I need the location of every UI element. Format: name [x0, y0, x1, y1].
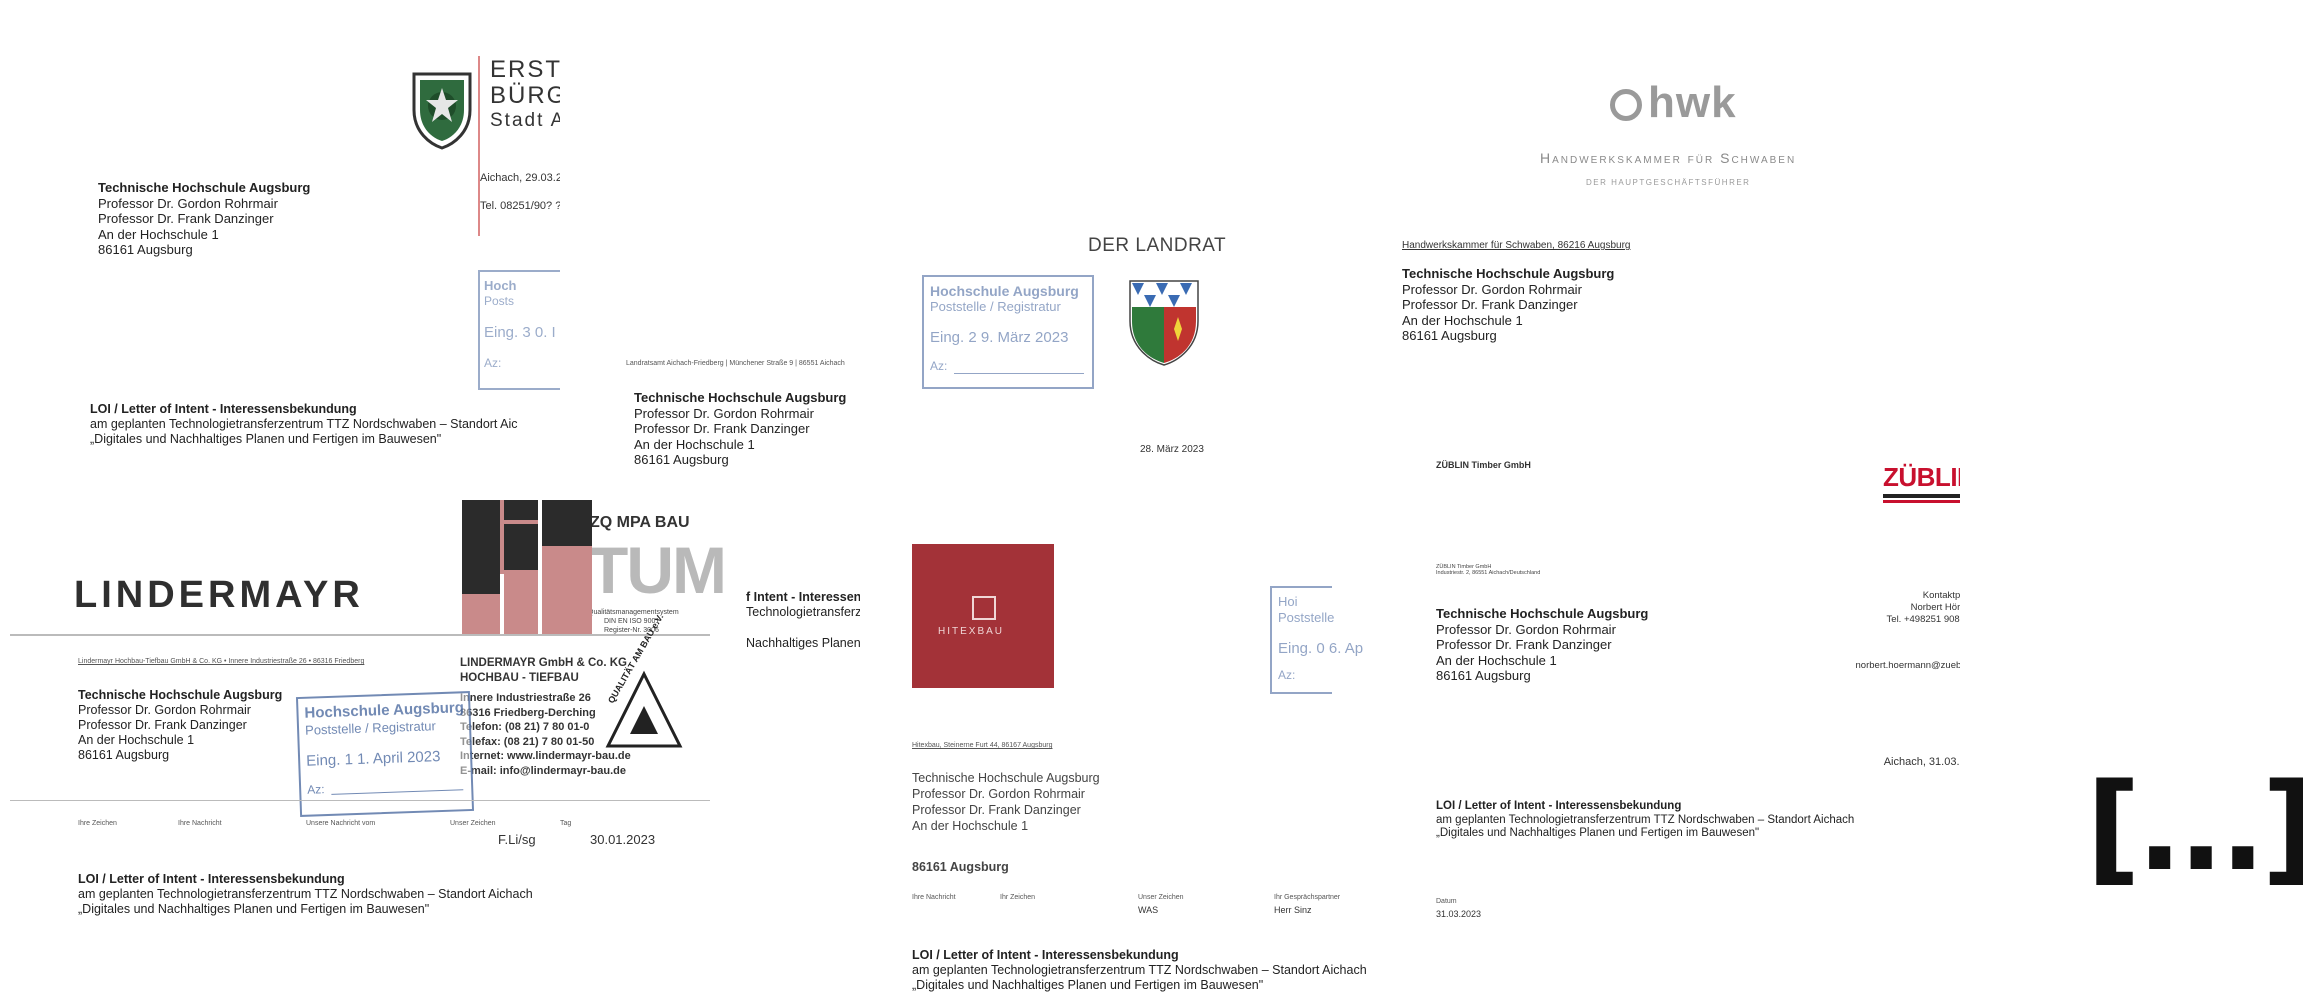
- lindermayr-quality-seal: QUALITÄT AM BAU e.V.: [604, 612, 684, 750]
- letter-landrat: DER LANDRAT Hochschule Augsburg Poststel…: [626, 225, 1226, 485]
- hitexbau-ref-label-3: Unser Zeichen: [1138, 894, 1184, 901]
- letter-lindermayr: LINDERMAYR Lindermayr Hochbau-Tiefbau Gm…: [10, 498, 710, 928]
- hitexbau-ref-value-1: WAS: [1138, 905, 1159, 915]
- aichach-tel: Tel. 08251/90? ??: [480, 200, 560, 212]
- hwk-logo: hwk: [1610, 78, 1737, 128]
- hwk-name: Handwerkskammer für Schwaben: [1540, 150, 1797, 166]
- hwk-ring-icon: [1610, 89, 1642, 122]
- letter-aichach: ERSTER BÜRGERMEISTER Stadt Aichach Aicha…: [60, 40, 560, 460]
- landrat-sender-line: Landratsamt Aichach-Friedberg | Münchene…: [626, 360, 845, 367]
- zq-subject-fragment: f Intent - Interessensb Technologietrans…: [746, 590, 860, 650]
- hwk-subtitle: DER HAUPTGESCHÄFTSFÜHRER: [1586, 178, 1751, 187]
- zublin-ref-date: 31.03.2023: [1436, 909, 1482, 919]
- zublin-sender-line: ZÜBLIN Timber GmbH Industriestr. 2, 8655…: [1436, 564, 1541, 576]
- hitexbau-ref-label-4: Ihr Gesprächspartner: [1274, 894, 1341, 901]
- lindermayr-ref-label-1: Ihre Zeichen: [78, 820, 117, 827]
- hitexbau-receipt-stamp: Hoi Poststelle Eing. 0 6. Ap Az:: [1270, 586, 1363, 694]
- letter-zublin: ZÜBLIN Timber GmbH ZÜBLIN ZÜBLIN Timber …: [1380, 440, 1960, 920]
- lindermayr-header-rule: [10, 634, 710, 636]
- ellipsis-more-indicator: [...]: [2086, 759, 2303, 898]
- landrat-receipt-stamp: Hochschule Augsburg Poststelle / Registr…: [922, 275, 1094, 389]
- aichach-title-1: ERSTER: [490, 56, 560, 83]
- lindermayr-logo-graphic: [462, 500, 592, 634]
- lindermayr-ref-label-4: Unser Zeichen: [450, 820, 496, 827]
- lindermayr-receipt-stamp: Hochschule Augsburg Poststelle / Registr…: [295, 691, 475, 817]
- lindermayr-ref-rule: [10, 800, 710, 801]
- hitexbau-city: 86161 Augsburg: [912, 860, 1009, 874]
- hitexbau-logo: HITEXBAU: [912, 544, 1054, 688]
- aichach-coat-of-arms-icon: [412, 72, 472, 150]
- hitexbau-ref-label-1: Ihre Nachricht: [912, 894, 956, 901]
- zublin-header: ZÜBLIN Timber GmbH: [1436, 460, 1531, 470]
- hitexbau-subject: LOI / Letter of Intent - Interessensbeku…: [912, 948, 1367, 992]
- aichach-date: Aichach, 29.03.2023: [480, 172, 560, 184]
- hitexbau-ref-label-2: Ihr Zeichen: [1000, 894, 1036, 901]
- lindermayr-logo-text: LINDERMAYR: [74, 574, 364, 616]
- zublin-recipient: Technische Hochschule Augsburg Professor…: [1436, 606, 1649, 683]
- hwk-recipient: Technische Hochschule Augsburg Professor…: [1402, 266, 1615, 343]
- lindermayr-subject: LOI / Letter of Intent - Interessensbeku…: [78, 872, 533, 916]
- landrat-coat-of-arms-icon: [1129, 280, 1199, 366]
- landrat-heading: DER LANDRAT: [1088, 235, 1226, 256]
- landrat-recipient: Technische Hochschule Augsburg Professor…: [634, 390, 847, 467]
- hitexbau-logo-icon: [972, 596, 996, 620]
- aichach-title-2: BÜRGERMEISTER: [490, 82, 560, 109]
- lindermayr-ref-label-5: Tag: [560, 820, 572, 827]
- letter-hwk: hwk Handwerkskammer für Schwaben DER HAU…: [1390, 70, 1930, 370]
- lindermayr-recipient: Technische Hochschule Augsburg Professor…: [78, 688, 283, 762]
- lindermayr-ref-label-2: Ihre Nachricht: [178, 820, 222, 827]
- landrat-date: 28. März 2023: [1140, 444, 1204, 455]
- aichach-title-3: Stadt Aichach: [490, 110, 560, 131]
- zublin-subject: LOI / Letter of Intent - Interessensbeku…: [1436, 800, 1855, 839]
- zublin-ref-label: Datum: [1436, 898, 1457, 905]
- hitexbau-ref-value-2: Herr Sinz: [1274, 905, 1312, 915]
- hitexbau-recipient: Technische Hochschule Augsburg Professor…: [912, 771, 1100, 833]
- lindermayr-ref-sign: F.Li/sg: [498, 832, 536, 847]
- lindermayr-sender-line: Lindermayr Hochbau-Tiefbau GmbH & Co. KG…: [78, 658, 365, 665]
- hitexbau-sender-line: Hitexbau, Steinerne Furt 44, 86167 Augsb…: [912, 742, 1053, 749]
- hwk-sender-line: Handwerkskammer für Schwaben, 86216 Augs…: [1402, 240, 1631, 251]
- lindermayr-ref-date: 30.01.2023: [590, 832, 656, 847]
- aichach-receipt-stamp: Hoch Posts Eing. 3 0. I Az:: [478, 270, 560, 390]
- aichach-subject: LOI / Letter of Intent - Interessensbeku…: [90, 402, 518, 446]
- letter-hitexbau: HITEXBAU Hoi Poststelle Eing. 0 6. Ap Az…: [880, 520, 1380, 1000]
- zublin-contact-email: norbert.hoermann@zueblin.de: [1855, 660, 1960, 671]
- zublin-contact: Kontaktperson Norbert Hörmann Tel. +4982…: [1886, 590, 1960, 625]
- zublin-logo: ZÜBLIN: [1883, 462, 1960, 503]
- aichach-recipient: Technische Hochschule Augsburg Professor…: [98, 180, 311, 257]
- zublin-date: Aichach, 31.03.2023: [1883, 756, 1960, 768]
- lindermayr-ref-label-3: Unsere Nachricht vom: [306, 820, 376, 827]
